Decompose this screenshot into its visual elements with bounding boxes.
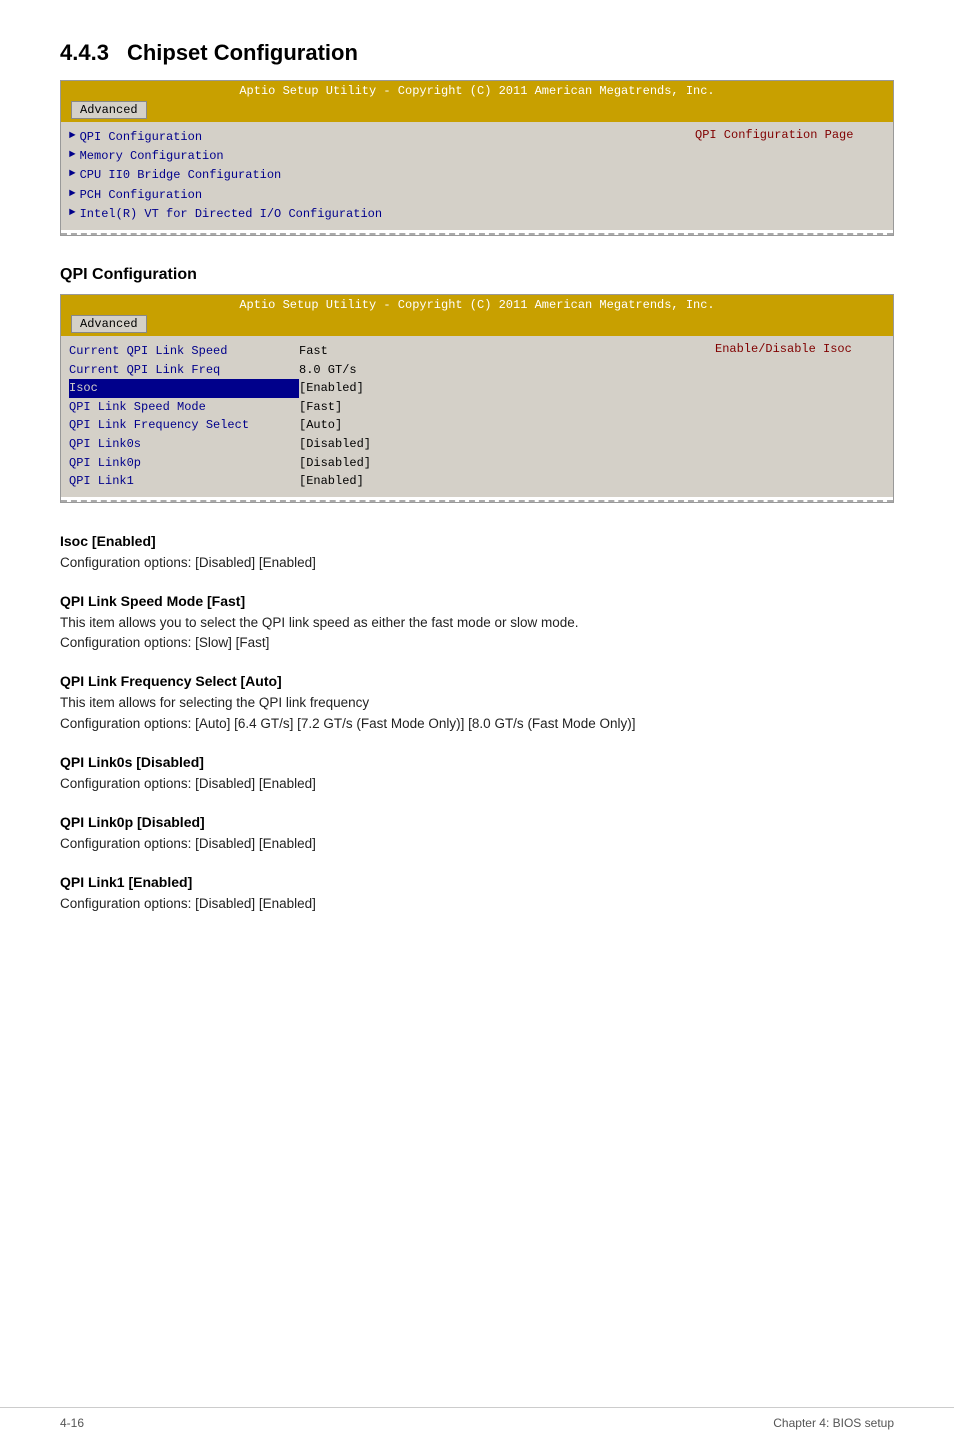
bios-tab-bar-chipset: Advanced [61,101,893,122]
item-link1-heading: QPI Link1 [Enabled] [60,874,894,890]
item-link1-desc: Configuration options: [Disabled] [Enabl… [60,894,894,914]
bios-left-chipset: ► QPI Configuration ► Memory Configurati… [69,128,685,224]
qpi-value-link0p: [Disabled] [299,454,371,473]
item-link0p-desc: Configuration options: [Disabled] [Enabl… [60,834,894,854]
page-footer: 4-16 Chapter 4: BIOS setup [0,1407,954,1438]
item-link0s-desc: Configuration options: [Disabled] [Enabl… [60,774,894,794]
item-freq-select-heading: QPI Link Frequency Select [Auto] [60,673,894,689]
arrow-icon-qpi: ► [69,128,76,146]
qpi-label-link-speed: Current QPI Link Speed [69,342,299,361]
section-number: 4.4.3 [60,40,109,65]
arrow-icon-pch: ► [69,186,76,204]
bios-item-cpu-iio[interactable]: ► CPU II0 Bridge Configuration [69,166,685,185]
qpi-value-link-speed: Fast [299,342,328,361]
bios-qpi-content: Current QPI Link Speed Fast Current QPI … [61,336,893,497]
bios-help-qpi: Enable/Disable Isoc [715,342,852,356]
qpi-label-link0s: QPI Link0s [69,435,299,454]
bios-header-chipset: Aptio Setup Utility - Copyright (C) 2011… [61,81,893,101]
qpi-label-link-freq: Current QPI Link Freq [69,361,299,380]
qpi-value-link-freq: 8.0 GT/s [299,361,357,380]
item-link0s-heading: QPI Link0s [Disabled] [60,754,894,770]
bios-item-intel-vt-label: Intel(R) VT for Directed I/O Configurati… [80,205,382,224]
item-freq-select-desc: This item allows for selecting the QPI l… [60,693,894,734]
item-isoc-desc: Configuration options: [Disabled] [Enabl… [60,553,894,573]
bios-item-memory[interactable]: ► Memory Configuration [69,147,685,166]
bios-item-cpu-iio-label: CPU II0 Bridge Configuration [80,166,282,185]
bios-item-intel-vt[interactable]: ► Intel(R) VT for Directed I/O Configura… [69,205,685,224]
arrow-icon-intel-vt: ► [69,205,76,223]
bios-tab-advanced-qpi[interactable]: Advanced [71,315,147,333]
qpi-label-link0p: QPI Link0p [69,454,299,473]
bios-right-chipset: QPI Configuration Page [685,128,885,224]
bios-content-chipset: ► QPI Configuration ► Memory Configurati… [61,122,893,230]
section-heading: 4.4.3 Chipset Configuration [60,40,894,66]
arrow-icon-cpu-iio: ► [69,166,76,184]
bios-help-chipset: QPI Configuration Page [695,128,853,142]
qpi-label-freq-select: QPI Link Frequency Select [69,416,299,435]
bios-item-qpi-label: QPI Configuration [80,128,202,147]
arrow-icon-memory: ► [69,147,76,165]
qpi-value-link1: [Enabled] [299,472,364,491]
qpi-value-freq-select: [Auto] [299,416,342,435]
item-qpi-link0s: QPI Link0s [Disabled] Configuration opti… [60,754,894,794]
qpi-value-link0s: [Disabled] [299,435,371,454]
qpi-row-link1[interactable]: QPI Link1 [Enabled] [69,472,705,491]
item-qpi-link-freq-select: QPI Link Frequency Select [Auto] This it… [60,673,894,734]
qpi-label-speed-mode: QPI Link Speed Mode [69,398,299,417]
bios-item-memory-label: Memory Configuration [80,147,224,166]
qpi-row-link0s[interactable]: QPI Link0s [Disabled] [69,435,705,454]
qpi-row-link-freq: Current QPI Link Freq 8.0 GT/s [69,361,705,380]
bios-item-pch[interactable]: ► PCH Configuration [69,186,685,205]
bios-qpi-right: Enable/Disable Isoc [705,342,885,491]
qpi-row-link-speed: Current QPI Link Speed Fast [69,342,705,361]
item-isoc: Isoc [Enabled] Configuration options: [D… [60,533,894,573]
item-link0p-heading: QPI Link0p [Disabled] [60,814,894,830]
bios-item-pch-label: PCH Configuration [80,186,202,205]
bios-tab-advanced-chipset[interactable]: Advanced [71,101,147,119]
qpi-label-link1: QPI Link1 [69,472,299,491]
item-qpi-link1: QPI Link1 [Enabled] Configuration option… [60,874,894,914]
bios-header-qpi: Aptio Setup Utility - Copyright (C) 2011… [61,295,893,315]
qpi-row-freq-select[interactable]: QPI Link Frequency Select [Auto] [69,416,705,435]
item-qpi-link-speed-mode: QPI Link Speed Mode [Fast] This item all… [60,593,894,654]
qpi-value-isoc: [Enabled] [299,379,364,398]
qpi-bios-screen: Aptio Setup Utility - Copyright (C) 2011… [60,294,894,503]
bios-qpi-left: Current QPI Link Speed Fast Current QPI … [69,342,705,491]
bios-tab-bar-qpi: Advanced [61,315,893,336]
qpi-section-heading: QPI Configuration [60,266,894,284]
item-speed-mode-heading: QPI Link Speed Mode [Fast] [60,593,894,609]
qpi-label-isoc: Isoc [69,379,299,398]
qpi-value-speed-mode: [Fast] [299,398,342,417]
bios-footer-chipset [61,233,893,235]
section-title: Chipset Configuration [127,40,358,65]
chipset-bios-screen: Aptio Setup Utility - Copyright (C) 2011… [60,80,894,236]
footer-page-number: 4-16 [60,1416,84,1430]
qpi-row-isoc[interactable]: Isoc [Enabled] [69,379,705,398]
bios-item-qpi[interactable]: ► QPI Configuration [69,128,685,147]
footer-chapter: Chapter 4: BIOS setup [773,1416,894,1430]
qpi-row-speed-mode[interactable]: QPI Link Speed Mode [Fast] [69,398,705,417]
item-qpi-link0p: QPI Link0p [Disabled] Configuration opti… [60,814,894,854]
bios-footer-qpi [61,500,893,502]
item-isoc-heading: Isoc [Enabled] [60,533,894,549]
qpi-row-link0p[interactable]: QPI Link0p [Disabled] [69,454,705,473]
item-speed-mode-desc: This item allows you to select the QPI l… [60,613,894,654]
